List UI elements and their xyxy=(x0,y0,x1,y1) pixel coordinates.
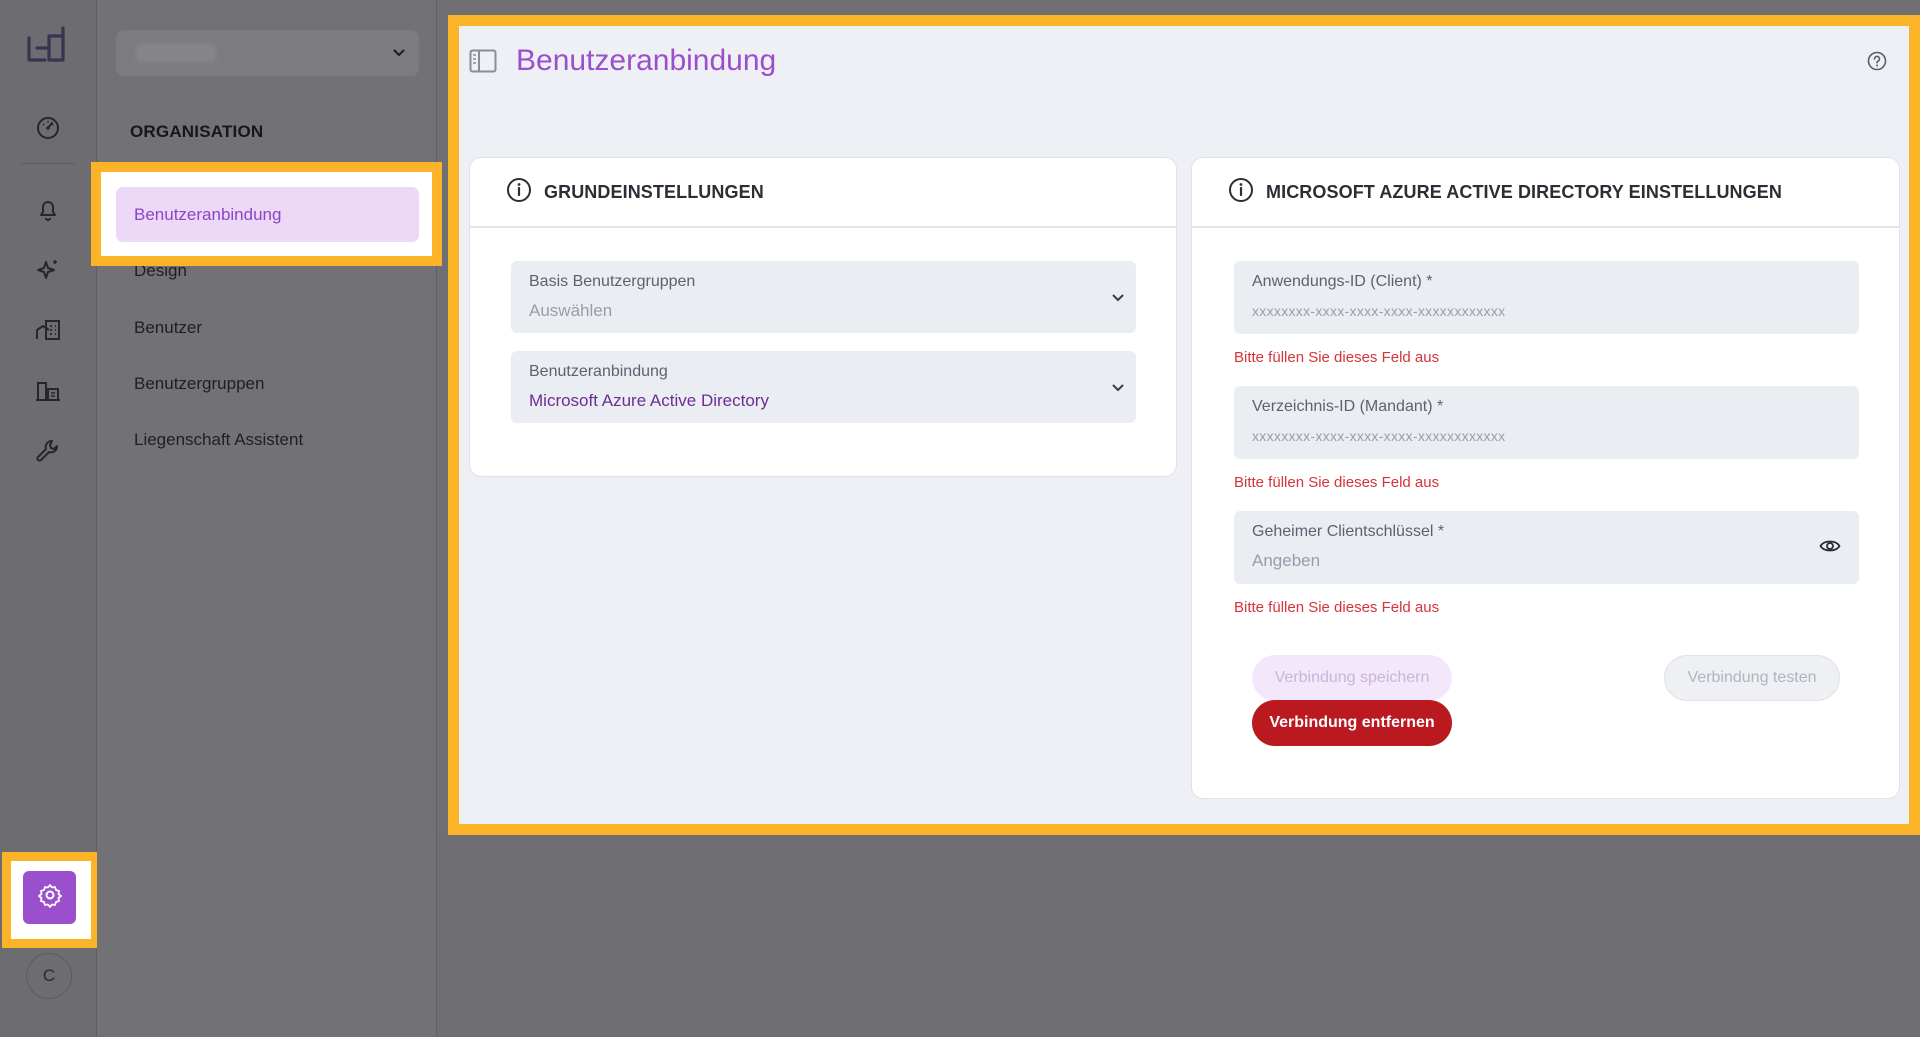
field-value: Microsoft Azure Active Directory xyxy=(529,391,769,410)
user-avatar[interactable]: C xyxy=(26,953,72,999)
main-content: Benutzeranbindung GRUNDEINSTELLUNGEN Bas… xyxy=(459,26,1909,824)
card-header: GRUNDEINSTELLUNGEN xyxy=(470,158,1176,228)
client-secret-error: Bitte füllen Sie dieses Feld aus xyxy=(1234,599,1440,616)
settings-sidebar: ORGANISATION Design Benutzeranbindung Be… xyxy=(91,0,442,1037)
gear-icon xyxy=(37,882,63,913)
bell-icon[interactable] xyxy=(29,191,67,229)
dashboard-icon[interactable] xyxy=(29,109,67,147)
field-placeholder: xxxxxxxx-xxxx-xxxx-xxxx-xxxxxxxxxxxx xyxy=(1252,428,1506,444)
field-label: Anwendungs-ID (Client) * xyxy=(1252,273,1433,290)
client-id-field[interactable]: Anwendungs-ID (Client) * xxxxxxxx-xxxx-x… xyxy=(1234,261,1859,334)
rail-divider xyxy=(22,163,75,164)
sparkle-icon[interactable] xyxy=(29,251,67,289)
card-header: MICROSOFT AZURE ACTIVE DIRECTORY EINSTEL… xyxy=(1192,158,1899,228)
test-connection-button[interactable]: Verbindung testen xyxy=(1664,655,1840,701)
page-title: Benutzeranbindung xyxy=(516,44,777,77)
field-label: Benutzeranbindung xyxy=(529,363,668,380)
wrench-icon[interactable] xyxy=(29,432,67,470)
field-label: Basis Benutzergruppen xyxy=(529,273,696,290)
sidebar-item-liegenschaft-assistent[interactable]: Liegenschaft Assistent xyxy=(134,430,303,450)
basic-settings-card: GRUNDEINSTELLUNGEN Basis Benutzergruppen… xyxy=(469,157,1177,477)
chevron-down-icon xyxy=(391,44,407,65)
sidebar-item-benutzergruppen[interactable]: Benutzergruppen xyxy=(134,374,264,394)
remove-connection-button[interactable]: Verbindung entfernen xyxy=(1252,700,1452,746)
benutzeranbindung-select[interactable]: Benutzeranbindung Microsoft Azure Active… xyxy=(511,351,1136,423)
property-icon[interactable] xyxy=(29,372,67,410)
settings-button[interactable] xyxy=(23,871,76,924)
info-icon xyxy=(1228,177,1254,208)
eye-icon[interactable] xyxy=(1819,537,1841,560)
chevron-down-icon xyxy=(1110,289,1126,310)
card-title: GRUNDEINSTELLUNGEN xyxy=(544,181,764,202)
field-label: Geheimer Clientschlüssel * xyxy=(1252,523,1445,540)
info-icon xyxy=(506,177,532,208)
field-placeholder: xxxxxxxx-xxxx-xxxx-xxxx-xxxxxxxxxxxx xyxy=(1252,303,1506,319)
save-connection-button[interactable]: Verbindung speichern xyxy=(1252,655,1452,701)
icon-rail: C xyxy=(0,0,100,1037)
field-placeholder: Angeben xyxy=(1252,551,1321,570)
tenant-id-error: Bitte füllen Sie dieses Feld aus xyxy=(1234,474,1440,491)
building-icon[interactable] xyxy=(29,311,67,349)
chevron-down-icon xyxy=(1110,379,1126,400)
azure-ad-settings-card: MICROSOFT AZURE ACTIVE DIRECTORY EINSTEL… xyxy=(1191,157,1900,799)
sidebar-item-benutzer[interactable]: Benutzer xyxy=(134,318,202,338)
client-secret-field[interactable]: Geheimer Clientschlüssel * Angeben xyxy=(1234,511,1859,584)
organization-name-redacted xyxy=(136,44,216,62)
background-area xyxy=(437,835,1920,1037)
avatar-initial: C xyxy=(42,966,56,985)
organization-select[interactable] xyxy=(116,30,419,76)
card-title: MICROSOFT AZURE ACTIVE DIRECTORY EINSTEL… xyxy=(1266,181,1782,202)
main-highlight: Benutzeranbindung GRUNDEINSTELLUNGEN Bas… xyxy=(448,15,1920,835)
basis-benutzergruppen-select[interactable]: Basis Benutzergruppen Auswählen xyxy=(511,261,1136,333)
active-item-highlight: Benutzeranbindung xyxy=(91,162,442,266)
sidebar-section-title: ORGANISATION xyxy=(130,122,264,141)
sidebar-item-benutzeranbindung[interactable]: Benutzeranbindung xyxy=(116,187,419,242)
field-value: Auswählen xyxy=(529,301,613,320)
tenant-id-field[interactable]: Verzeichnis-ID (Mandant) * xxxxxxxx-xxxx… xyxy=(1234,386,1859,459)
field-label: Verzeichnis-ID (Mandant) * xyxy=(1252,398,1444,415)
sidebar-toggle-icon[interactable] xyxy=(469,49,497,78)
settings-highlight xyxy=(2,852,100,948)
client-id-error: Bitte füllen Sie dieses Feld aus xyxy=(1234,349,1440,366)
help-icon[interactable] xyxy=(1867,51,1887,76)
app-logo-icon[interactable] xyxy=(23,24,71,70)
